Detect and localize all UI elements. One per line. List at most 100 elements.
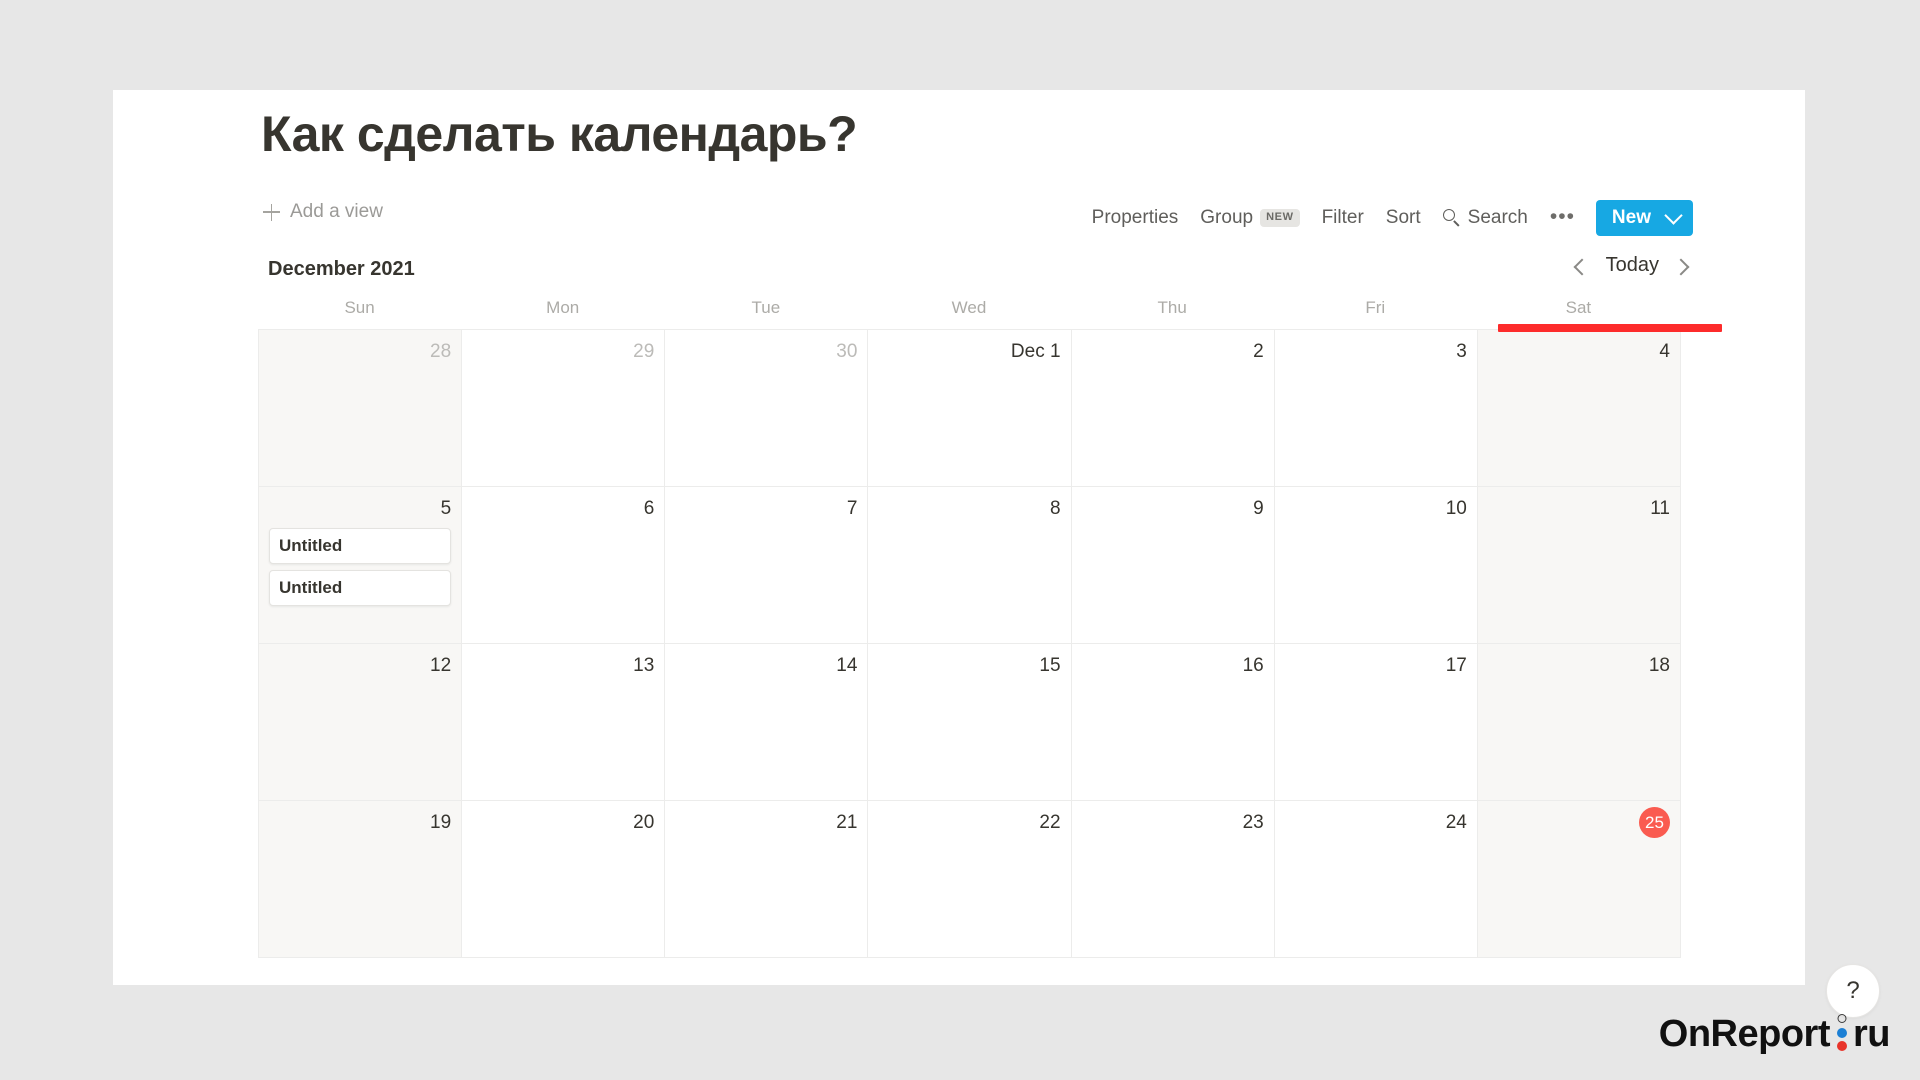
calendar-day-cell[interactable]: 30	[665, 330, 869, 487]
properties-label: Properties	[1091, 207, 1179, 228]
help-button[interactable]: ?	[1826, 964, 1880, 1018]
calendar-day-cell[interactable]: 10	[1274, 487, 1478, 644]
weekday-label-fri: Fri	[1365, 298, 1386, 317]
view-toolbar: Add a view Properties Group NEW Filter S…	[113, 195, 1805, 241]
calendar-day-cell[interactable]: 28	[259, 330, 463, 487]
calendar-day-cell[interactable]: 19	[259, 801, 463, 958]
day-number: 6	[643, 498, 655, 519]
day-number: 8	[1049, 498, 1061, 519]
day-number: 15	[1039, 655, 1061, 676]
new-button-label: New	[1611, 207, 1651, 228]
page-canvas: Как сделать календарь? Add a view Proper…	[113, 90, 1805, 985]
today-badge: 25	[1638, 807, 1670, 838]
calendar-week-row: 19 20 21 22 23 24 25	[259, 801, 1681, 958]
chevron-right-icon[interactable]	[1673, 255, 1695, 277]
filter-button[interactable]: Filter	[1311, 203, 1375, 233]
day-number: 24	[1445, 812, 1467, 833]
event-card[interactable]: Untitled	[269, 570, 452, 606]
calendar-day-cell[interactable]: 20	[462, 801, 666, 958]
day-number: 12	[430, 655, 452, 676]
calendar-day-cell[interactable]: 22	[868, 801, 1072, 958]
calendar-day-cell[interactable]: 21	[665, 801, 869, 958]
day-number: 23	[1242, 812, 1264, 833]
add-view-label: Add a view	[290, 201, 383, 222]
search-button[interactable]: Search	[1432, 203, 1539, 233]
ellipsis-icon[interactable]: •••	[1539, 206, 1586, 227]
toolbar-actions: Properties Group NEW Filter Sort Search …	[1081, 195, 1693, 241]
watermark: OnReport ru	[1658, 1012, 1891, 1056]
calendar-day-cell[interactable]: 2	[1071, 330, 1275, 487]
calendar-day-cell[interactable]: 16	[1071, 644, 1275, 801]
calendar-week-row: 12 13 14 15 16 17 18	[259, 644, 1681, 801]
sort-button[interactable]: Sort	[1375, 203, 1432, 233]
day-number: 28	[430, 341, 452, 362]
weekday-label-mon: Mon	[546, 298, 580, 317]
day-number: 5	[440, 498, 452, 519]
new-button[interactable]: New	[1595, 200, 1693, 236]
watermark-dot-blue	[1836, 1028, 1847, 1038]
weekday-label-sat: Sat	[1565, 298, 1592, 317]
calendar-day-cell[interactable]: 24	[1274, 801, 1478, 958]
calendar-day-cell[interactable]: 12	[259, 644, 463, 801]
calendar-week-row: 5 Untitled Untitled 6 7 8 9 10 11	[259, 487, 1681, 644]
day-number: 2	[1253, 341, 1264, 362]
watermark-dot-red	[1836, 1041, 1847, 1051]
day-number: 22	[1039, 812, 1061, 833]
calendar-day-cell[interactable]: 13	[462, 644, 666, 801]
day-number: 3	[1456, 341, 1467, 362]
calendar-header: December 2021 Today	[113, 250, 1805, 294]
group-new-badge: NEW	[1260, 209, 1300, 227]
day-number: 29	[633, 341, 655, 362]
group-label: Group	[1200, 207, 1254, 228]
day-number: 18	[1648, 655, 1670, 676]
calendar-day-cell[interactable]: 8	[868, 487, 1072, 644]
calendar-day-cell[interactable]: 14	[665, 644, 869, 801]
calendar-day-cell[interactable]: 5 Untitled Untitled	[259, 487, 463, 644]
add-view-button[interactable]: Add a view	[263, 201, 383, 223]
calendar-day-cell[interactable]: 25	[1477, 801, 1681, 958]
calendar-week-row: 28 29 30 Dec 1 2 3 4	[259, 330, 1681, 487]
filter-label: Filter	[1321, 207, 1364, 228]
weekday-header-row: Sun Mon Tue Wed Thu Fri Sat	[258, 298, 1680, 318]
watermark-text-left: OnReport	[1658, 1012, 1831, 1055]
day-number: 30	[836, 341, 858, 362]
search-label: Search	[1467, 207, 1528, 228]
calendar-grid: 28 29 30 Dec 1 2 3 4 5 Untitled Untitled 6 7 8 9 10 11 1…	[258, 329, 1681, 958]
search-icon	[1442, 209, 1461, 227]
watermark-ring	[1837, 1014, 1846, 1023]
page-title: Как сделать календарь?	[261, 106, 858, 162]
day-number: 25	[1488, 807, 1670, 838]
day-number: 11	[1650, 498, 1670, 519]
calendar-day-cell[interactable]: Dec 1	[868, 330, 1072, 487]
day-number: 21	[836, 812, 858, 833]
chevron-left-icon[interactable]	[1570, 255, 1592, 277]
calendar-day-cell[interactable]: 17	[1274, 644, 1478, 801]
day-number: 16	[1242, 655, 1264, 676]
day-number: 13	[633, 655, 655, 676]
calendar-navigation: Today	[1570, 254, 1695, 277]
chevron-down-icon[interactable]	[1664, 206, 1683, 225]
day-number: 9	[1253, 498, 1264, 519]
calendar-day-cell[interactable]: 11	[1477, 487, 1681, 644]
calendar-day-cell[interactable]: 6	[462, 487, 666, 644]
event-list: Untitled Untitled	[269, 528, 452, 606]
calendar-day-cell[interactable]: 4	[1477, 330, 1681, 487]
weekday-label-tue: Tue	[751, 298, 781, 317]
today-button[interactable]: Today	[1604, 254, 1661, 277]
day-number: 20	[633, 812, 655, 833]
event-card[interactable]: Untitled	[269, 528, 452, 564]
calendar-day-cell[interactable]: 15	[868, 644, 1072, 801]
calendar-day-cell[interactable]: 9	[1071, 487, 1275, 644]
calendar-day-cell[interactable]: 29	[462, 330, 666, 487]
properties-button[interactable]: Properties	[1081, 203, 1190, 233]
group-button[interactable]: Group NEW	[1189, 203, 1310, 233]
watermark-text-right: ru	[1853, 1012, 1891, 1055]
calendar-day-cell[interactable]: 7	[665, 487, 869, 644]
red-annotation-line	[1498, 324, 1722, 332]
day-number: 17	[1445, 655, 1467, 676]
calendar-day-cell[interactable]: 18	[1477, 644, 1681, 801]
calendar-day-cell[interactable]: 23	[1071, 801, 1275, 958]
weekday-label-thu: Thu	[1157, 298, 1187, 317]
calendar-day-cell[interactable]: 3	[1274, 330, 1478, 487]
month-label: December 2021	[268, 258, 415, 280]
